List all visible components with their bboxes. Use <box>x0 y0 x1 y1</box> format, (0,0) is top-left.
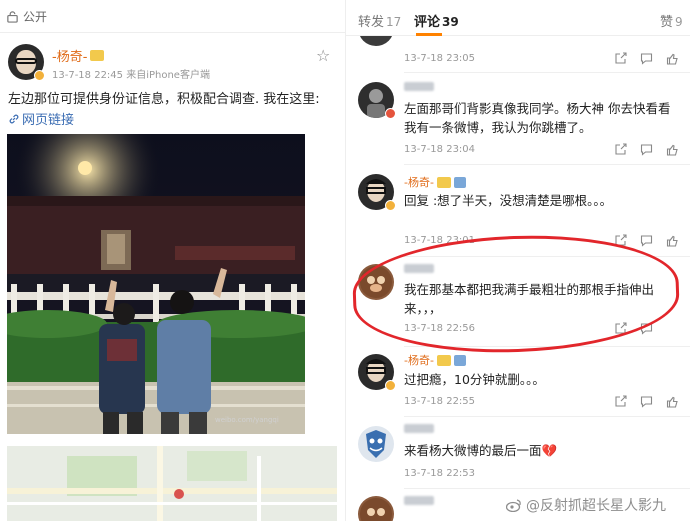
reply-icon[interactable] <box>640 234 653 247</box>
comment-time: 13-7-18 22:56 <box>404 323 476 334</box>
comment-divider <box>404 416 690 417</box>
reply-icon[interactable] <box>640 395 653 408</box>
comment-actions <box>614 52 679 65</box>
weibo-logo-icon <box>506 499 521 512</box>
redacted-name <box>404 82 434 91</box>
comment-text: 来看杨大微博的最后一面💔 <box>404 443 558 458</box>
tab-reposts[interactable]: 转发 17 <box>358 11 401 30</box>
comments-panel: 转发 17 评论 39 赞9 13-7-18 23:05 左面那哥们背影真像我同学。… <box>345 0 690 521</box>
avatar-image <box>360 498 392 521</box>
comment-divider <box>404 164 690 165</box>
tab-comments-count[interactable]: 39 <box>442 15 459 29</box>
visibility-text: 公开 <box>23 10 48 24</box>
redacted-name <box>404 424 434 433</box>
tab-likes[interactable]: 赞9 <box>660 11 683 30</box>
map-image <box>7 446 337 521</box>
redacted-name <box>404 496 434 505</box>
share-icon[interactable] <box>614 52 627 65</box>
author-name-text[interactable]: -杨奇- <box>52 46 87 65</box>
post-panel: 公开 -杨奇- 13-7-18 22:45 来自iPhone客户端 ☆ 左边那位… <box>0 0 345 521</box>
share-icon[interactable] <box>614 395 627 408</box>
photo-caption: weibo.com/yangqi <box>215 416 279 424</box>
crown-icon <box>436 176 451 188</box>
commenter-name[interactable] <box>404 82 434 91</box>
watermark: @反射抓超长星人影九 <box>506 495 666 515</box>
crown-icon <box>90 50 105 61</box>
share-icon[interactable] <box>614 143 627 156</box>
comment-text: 回复 :想了半天，没想清楚是哪根。。。 <box>404 193 613 208</box>
comment-time: 13-7-18 23:04 <box>404 144 476 155</box>
link-icon <box>9 114 19 123</box>
comment-text: 过把瘾，10分钟就删。。。 <box>404 372 545 387</box>
commenter-name-text[interactable]: -杨奇- <box>404 352 434 368</box>
reply-icon[interactable] <box>640 143 653 156</box>
tab-likes-count[interactable]: 9 <box>675 15 683 29</box>
comment-time: 13-7-18 23:01 <box>404 235 476 246</box>
commenter-name[interactable]: -杨奇- <box>404 352 466 368</box>
redacted-name <box>404 264 434 273</box>
post-meta: 13-7-18 22:45 来自iPhone客户端 <box>52 70 210 81</box>
tab-reposts-label[interactable]: 转发 <box>358 15 384 30</box>
comment-time: 13-7-18 22:55 <box>404 396 476 407</box>
commenter-name-text[interactable]: -杨奇- <box>404 174 434 190</box>
comment-actions <box>614 395 679 408</box>
tab-reposts-count[interactable]: 17 <box>386 15 401 29</box>
commenter-name[interactable] <box>404 496 434 505</box>
visibility-label: 公开 <box>6 8 47 25</box>
photo-image: weibo.com/yangqi <box>7 134 305 434</box>
like-icon[interactable] <box>666 143 679 156</box>
member-badge-icon <box>385 108 396 119</box>
comment-divider <box>404 488 690 489</box>
commenter-avatar[interactable] <box>358 496 394 521</box>
comment-divider <box>404 72 690 73</box>
share-icon[interactable] <box>614 234 627 247</box>
tab-comments[interactable]: 评论 39 <box>414 11 459 30</box>
lock-icon <box>7 11 18 23</box>
divider <box>0 32 345 33</box>
post-text: 左边那位可提供身份证信息，积极配合调查. 我在这里: <box>8 92 320 107</box>
comment-divider <box>404 256 690 257</box>
web-link-text[interactable]: 网页链接 <box>22 109 74 128</box>
comment-time: 13-7-18 22:53 <box>404 468 476 479</box>
tab-comments-label[interactable]: 评论 <box>414 15 440 30</box>
verified-badge-icon <box>34 70 45 81</box>
like-icon[interactable] <box>666 395 679 408</box>
avatar-image <box>360 266 392 298</box>
location-map[interactable] <box>7 446 337 521</box>
comment-time: 13-7-18 23:05 <box>404 53 476 64</box>
web-link[interactable]: 网页链接 <box>8 109 74 128</box>
commenter-avatar[interactable] <box>358 264 394 300</box>
level-badge-icon <box>453 354 466 366</box>
comment-text: 左面那哥们背影真像我同学。杨大神 你去快看看我有一条微博，我认为你跳槽了。 <box>404 101 671 135</box>
verified-badge-icon <box>385 200 396 211</box>
avatar-image <box>366 430 386 458</box>
like-icon[interactable] <box>666 234 679 247</box>
comment-actions <box>614 234 679 247</box>
reply-icon[interactable] <box>640 322 653 335</box>
level-badge-icon <box>453 176 466 188</box>
verified-badge-icon <box>385 380 396 391</box>
commenter-name[interactable]: -杨奇- <box>404 174 466 190</box>
commenter-name[interactable] <box>404 424 434 433</box>
author-name[interactable]: -杨奇- <box>52 46 105 65</box>
active-tab-indicator <box>416 33 442 36</box>
post-photo[interactable]: weibo.com/yangqi <box>7 134 305 434</box>
tab-bar: 转发 17 评论 39 赞9 <box>346 0 690 36</box>
like-icon[interactable] <box>666 52 679 65</box>
comment-actions <box>614 322 653 335</box>
commenter-name[interactable] <box>404 264 434 273</box>
crown-icon <box>436 354 451 366</box>
tab-likes-label[interactable]: 赞 <box>660 15 673 30</box>
commenter-avatar[interactable] <box>358 426 394 462</box>
comment-divider <box>404 346 690 347</box>
share-icon[interactable] <box>614 322 627 335</box>
comment-text: 我在那基本都把我满手最粗壮的那根手指伸出来，，， <box>404 282 655 316</box>
reply-icon[interactable] <box>640 52 653 65</box>
star-icon[interactable]: ☆ <box>316 46 330 65</box>
watermark-text: @反射抓超长星人影九 <box>526 498 666 514</box>
comment-actions <box>614 143 679 156</box>
